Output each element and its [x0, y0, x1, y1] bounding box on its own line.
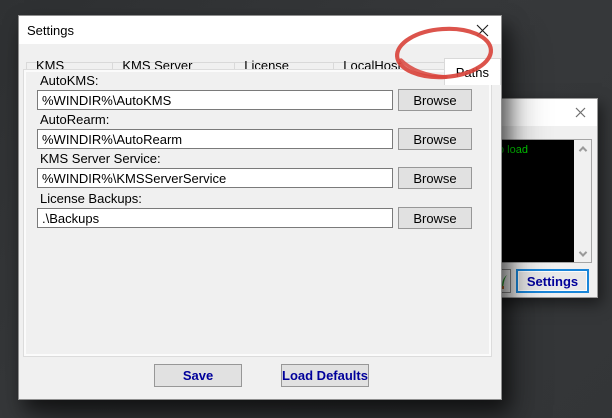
background-settings-button-label: Settings	[527, 274, 578, 289]
paths-tab-panel: AutoKMS: Browse AutoRearm: Browse KMS Se…	[23, 69, 492, 357]
license-backups-path-input[interactable]	[37, 208, 393, 228]
autorearm-label: AutoRearm:	[40, 112, 109, 127]
console-scrollbar[interactable]	[574, 140, 591, 262]
close-icon-glyph	[476, 24, 489, 37]
background-settings-button[interactable]: Settings	[516, 269, 589, 293]
autorearm-browse-button[interactable]: Browse	[398, 128, 472, 150]
dialog-titlebar[interactable]: Settings	[19, 16, 501, 44]
autokms-label: AutoKMS:	[40, 73, 99, 88]
close-icon[interactable]	[567, 102, 593, 123]
license-backups-label: License Backups:	[40, 191, 142, 206]
autorearm-path-input[interactable]	[37, 129, 393, 149]
desktop: o load Settings Settings	[0, 0, 612, 418]
kms-server-service-label: KMS Server Service:	[40, 151, 161, 166]
scrollbar-down-button[interactable]	[574, 245, 591, 262]
chevron-down-icon	[578, 248, 586, 256]
autokms-browse-button[interactable]: Browse	[398, 89, 472, 111]
kms-server-service-browse-button[interactable]: Browse	[398, 167, 472, 189]
chevron-up-icon	[578, 146, 586, 154]
autokms-path-input[interactable]	[37, 90, 393, 110]
settings-dialog: Settings KMS Options KMS Server Service …	[18, 15, 502, 400]
save-button-label: Save	[183, 368, 213, 383]
close-icon[interactable]	[467, 18, 497, 42]
tab-paths[interactable]: Paths	[444, 58, 501, 85]
console-text-fragment: o load	[498, 144, 574, 156]
license-backups-browse-button[interactable]: Browse	[398, 207, 472, 229]
close-icon-glyph	[575, 107, 586, 118]
load-defaults-button[interactable]: Load Defaults	[281, 364, 369, 387]
kms-server-service-path-input[interactable]	[37, 168, 393, 188]
scrollbar-up-button[interactable]	[574, 140, 591, 157]
dialog-title: Settings	[19, 23, 74, 38]
save-button[interactable]: Save	[154, 364, 242, 387]
load-defaults-button-label: Load Defaults	[282, 368, 368, 383]
